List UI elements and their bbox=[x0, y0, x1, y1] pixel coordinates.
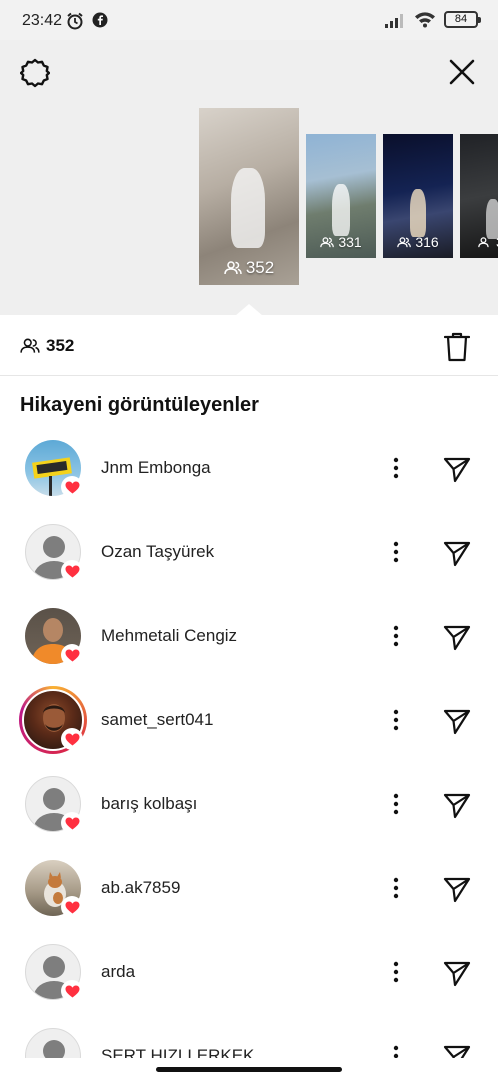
send-message-icon[interactable] bbox=[442, 790, 472, 820]
viewer-username[interactable]: barış kolbaşı bbox=[101, 794, 197, 814]
heart-icon bbox=[65, 565, 79, 577]
viewer-row[interactable]: Ozan Taşyürek bbox=[0, 512, 498, 596]
send-message-icon[interactable] bbox=[442, 958, 472, 988]
story-carousel-panel: 352 331 316 bbox=[0, 40, 498, 316]
viewer-row[interactable]: arda bbox=[0, 932, 498, 1016]
heart-icon bbox=[65, 985, 79, 997]
more-options-icon[interactable] bbox=[388, 622, 404, 650]
viewer-row[interactable]: Mehmetali Cengiz bbox=[0, 596, 498, 680]
selected-story-pointer bbox=[235, 304, 263, 316]
like-badge bbox=[61, 728, 83, 750]
wifi-icon bbox=[415, 12, 435, 28]
viewer-row[interactable]: Jnm Embonga bbox=[0, 428, 498, 512]
heart-icon bbox=[65, 733, 79, 745]
total-viewers: 352 bbox=[20, 336, 74, 356]
story-view-count: 352 bbox=[199, 258, 299, 278]
viewers-icon bbox=[397, 236, 412, 247]
battery-icon: 84 bbox=[444, 11, 481, 28]
status-bar: 23:42 84 bbox=[0, 0, 498, 40]
viewer-username[interactable]: Jnm Embonga bbox=[101, 458, 211, 478]
viewers-icon bbox=[20, 338, 40, 353]
close-icon[interactable] bbox=[448, 58, 476, 86]
viewer-username[interactable]: samet_sert041 bbox=[101, 710, 213, 730]
viewers-icon bbox=[478, 236, 489, 247]
viewer-username[interactable]: ab.ak7859 bbox=[101, 878, 180, 898]
story-view-count: 316 bbox=[383, 234, 453, 250]
story-view-count: 331 bbox=[306, 234, 376, 250]
viewer-username[interactable]: arda bbox=[101, 962, 135, 982]
heart-icon bbox=[65, 481, 79, 493]
story-view-count: 3 bbox=[460, 234, 498, 250]
story-thumbnail[interactable]: 331 bbox=[306, 134, 376, 258]
status-icons-left bbox=[66, 12, 108, 30]
send-message-icon[interactable] bbox=[442, 538, 472, 568]
send-message-icon[interactable] bbox=[442, 454, 472, 484]
more-options-icon[interactable] bbox=[388, 538, 404, 566]
more-options-icon[interactable] bbox=[388, 790, 404, 818]
story-stats-row: 352 bbox=[0, 316, 498, 376]
viewer-username[interactable]: Ozan Taşyürek bbox=[101, 542, 214, 562]
trash-icon[interactable] bbox=[444, 332, 470, 362]
story-thumbnail[interactable]: 316 bbox=[383, 134, 453, 258]
story-thumbnail-selected[interactable]: 352 bbox=[199, 108, 299, 285]
viewers-section-title: Hikayeni görüntüleyenler bbox=[20, 394, 259, 416]
viewer-row[interactable]: ab.ak7859 bbox=[0, 848, 498, 932]
total-viewers-count: 352 bbox=[46, 336, 75, 355]
like-badge bbox=[61, 980, 83, 1002]
like-badge bbox=[61, 812, 83, 834]
gear-icon[interactable] bbox=[20, 58, 50, 88]
viewer-row[interactable]: barış kolbaşı bbox=[0, 764, 498, 848]
viewers-icon bbox=[320, 236, 335, 247]
story-thumbnail[interactable]: 3 bbox=[460, 134, 498, 258]
more-options-icon[interactable] bbox=[388, 958, 404, 986]
viewer-username[interactable]: Mehmetali Cengiz bbox=[101, 626, 237, 646]
alarm-icon bbox=[67, 12, 83, 30]
heart-icon bbox=[65, 649, 79, 661]
viewer-row[interactable]: samet_sert041 bbox=[0, 680, 498, 764]
viewers-icon bbox=[224, 261, 242, 275]
like-badge bbox=[61, 896, 83, 918]
more-options-icon[interactable] bbox=[388, 454, 404, 482]
status-icons-right: 84 bbox=[384, 11, 481, 28]
send-message-icon[interactable] bbox=[442, 874, 472, 904]
heart-icon bbox=[65, 817, 79, 829]
signal-icon bbox=[385, 13, 403, 28]
like-badge bbox=[61, 644, 83, 666]
more-options-icon[interactable] bbox=[388, 706, 404, 734]
heart-icon bbox=[65, 901, 79, 913]
more-options-icon[interactable] bbox=[388, 874, 404, 902]
status-time: 23:42 bbox=[22, 12, 63, 29]
like-badge bbox=[61, 560, 83, 582]
like-badge bbox=[61, 476, 83, 498]
send-message-icon[interactable] bbox=[442, 706, 472, 736]
home-indicator[interactable] bbox=[156, 1067, 342, 1072]
battery-level: 84 bbox=[454, 13, 468, 25]
facebook-icon bbox=[92, 12, 108, 28]
viewer-list: Jnm Embonga Ozan Taşyürek Mehmetali Ceng… bbox=[0, 428, 498, 1080]
send-message-icon[interactable] bbox=[442, 622, 472, 652]
